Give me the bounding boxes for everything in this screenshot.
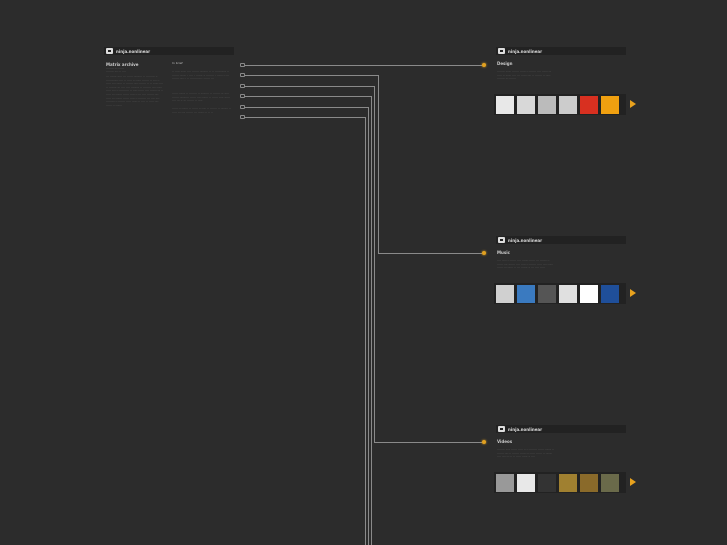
left-col2-title: In brief xyxy=(172,61,183,65)
play-arrow-icon[interactable] xyxy=(630,289,636,297)
play-arrow-icon[interactable] xyxy=(630,478,636,486)
connector-line-videos xyxy=(374,442,482,443)
logo[interactable]: ninja.nonlinear xyxy=(496,236,626,244)
section-title-design: Design xyxy=(497,61,513,66)
logo-text: ninja.nonlinear xyxy=(508,237,543,243)
left-header-bar: ninja.nonlinear xyxy=(104,47,234,55)
connector-line-music xyxy=(378,253,482,254)
section-title-videos: Videos xyxy=(497,439,513,444)
thumb-strip-design xyxy=(494,94,626,115)
ninja-logo-icon xyxy=(106,48,113,54)
music-header-bar: ninja.nonlinear xyxy=(496,236,626,244)
section-body-music: ···· ····· ·· ······ ···· ······· ······… xyxy=(497,259,554,270)
section-body-videos: ········ ····· ······ ····· ·· ·· ······… xyxy=(497,448,555,459)
connector-vline-5 xyxy=(368,107,369,545)
connector-vline-3 xyxy=(374,86,375,443)
thumbnail[interactable] xyxy=(601,95,619,114)
node-dot-icon xyxy=(482,251,486,255)
thumbnail[interactable] xyxy=(580,95,598,114)
section-body-design: ········ ······ ······· ······ ·· ······… xyxy=(497,70,552,81)
left-col2-body2: ······ ······· ·· ········ ·· ········· … xyxy=(172,92,231,103)
connector-vline-2 xyxy=(378,75,379,254)
thumbnail[interactable] xyxy=(517,284,535,303)
connector-vline-6 xyxy=(365,117,366,545)
logo[interactable]: ninja.nonlinear xyxy=(104,47,234,55)
connector-line-3 xyxy=(245,86,374,87)
connector-line-4 xyxy=(245,96,371,97)
thumbnail[interactable] xyxy=(601,473,619,492)
thumbnail[interactable] xyxy=(580,473,598,492)
design-header-bar: ninja.nonlinear xyxy=(496,47,626,55)
left-body: ··· ······· ····· ··· ······ ········· ·… xyxy=(106,75,164,107)
connector-line-6 xyxy=(245,117,365,118)
thumbnail[interactable] xyxy=(496,473,514,492)
node-dot-icon xyxy=(482,440,486,444)
thumbnail[interactable] xyxy=(517,95,535,114)
logo-text: ninja.nonlinear xyxy=(508,426,543,432)
thumbnail[interactable] xyxy=(538,284,556,303)
connector-line-5 xyxy=(245,107,368,108)
thumb-strip-music xyxy=(494,283,626,304)
play-arrow-icon[interactable] xyxy=(630,100,636,108)
left-sub2: ········ ···· ·· ···· xyxy=(106,69,127,73)
left-col2-body: ·· ····· ······ ···· ······· ········· ·… xyxy=(172,70,230,81)
thumb-strip-videos xyxy=(494,472,626,493)
thumbnail[interactable] xyxy=(559,284,577,303)
thumbnail[interactable] xyxy=(496,284,514,303)
logo-text: ninja.nonlinear xyxy=(508,48,543,54)
ninja-logo-icon xyxy=(498,48,505,54)
videos-header-bar: ninja.nonlinear xyxy=(496,425,626,433)
logo[interactable]: ninja.nonlinear xyxy=(496,47,626,55)
ninja-logo-icon xyxy=(498,237,505,243)
ninja-logo-icon xyxy=(498,426,505,432)
connector-line-2 xyxy=(245,75,378,76)
thumbnail[interactable] xyxy=(496,95,514,114)
thumbnail[interactable] xyxy=(538,95,556,114)
thumbnail[interactable] xyxy=(580,284,598,303)
thumbnail[interactable] xyxy=(559,473,577,492)
logo-text: ninja.nonlinear xyxy=(116,48,151,54)
thumbnail[interactable] xyxy=(517,473,535,492)
thumbnail[interactable] xyxy=(559,95,577,114)
thumbnail[interactable] xyxy=(601,284,619,303)
logo[interactable]: ninja.nonlinear xyxy=(496,425,626,433)
section-title-music: Music xyxy=(497,250,510,255)
node-dot-icon xyxy=(482,63,486,67)
connector-vline-4 xyxy=(371,96,372,545)
left-col2-body3: ······ ·· ······· ·· ······ ·· ····· ·· … xyxy=(172,107,232,114)
connector-line-1 xyxy=(245,65,482,66)
thumbnail[interactable] xyxy=(538,473,556,492)
